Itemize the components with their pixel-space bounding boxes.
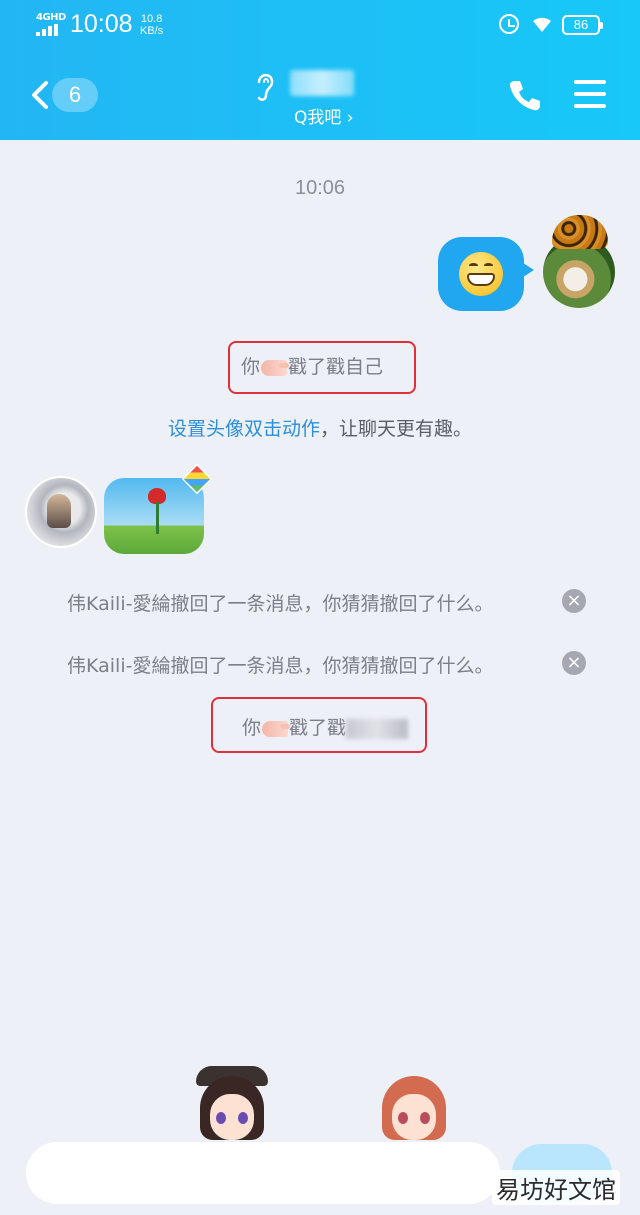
q-me-link[interactable]: Q我吧 › bbox=[294, 103, 354, 128]
recall-notice-text: 伟Kaili-愛綸撤回了一条消息，你猜猜撤回了什么。 bbox=[67, 655, 494, 677]
blurred-target-name bbox=[346, 718, 409, 739]
contact-name-blurred[interactable] bbox=[290, 70, 354, 96]
avatar-action-tip: 设置头像双击动作，让聊天更有趣。 bbox=[0, 414, 640, 441]
network-speed: 10.8 KB/s bbox=[140, 13, 163, 37]
poke-self-notice: 你 戳了戳自己 bbox=[241, 352, 383, 379]
close-icon[interactable]: × bbox=[562, 651, 586, 675]
set-avatar-action-link[interactable]: 设置头像双击动作 bbox=[168, 418, 320, 440]
ear-icon[interactable] bbox=[254, 70, 276, 104]
poke-self-suffix: 戳了戳自己 bbox=[288, 356, 384, 378]
message-input[interactable] bbox=[26, 1142, 500, 1204]
tip-rest: ，让聊天更有趣。 bbox=[320, 418, 473, 440]
signal-icon bbox=[36, 24, 62, 36]
poke-hand-icon bbox=[261, 359, 290, 376]
wifi-icon bbox=[530, 14, 554, 34]
phone-icon[interactable] bbox=[508, 78, 542, 112]
speed-value: 10.8 bbox=[140, 13, 163, 25]
my-emoji-message[interactable] bbox=[438, 237, 534, 311]
poke-other-prefix: 你 bbox=[242, 717, 262, 739]
close-icon[interactable]: × bbox=[562, 589, 586, 613]
contact-avatar[interactable] bbox=[25, 476, 97, 548]
grin-emoji-icon bbox=[459, 252, 503, 296]
recall-notice: 伟Kaili-愛綸撤回了一条消息，你猜猜撤回了什么。 × bbox=[0, 643, 640, 683]
poke-other-notice: 你 戳了戳 bbox=[242, 713, 409, 740]
speed-unit: KB/s bbox=[140, 25, 164, 37]
network-type: 4GHD bbox=[36, 12, 66, 23]
poke-other-suffix: 戳了戳 bbox=[289, 717, 347, 739]
character-avatar-right bbox=[372, 1060, 456, 1146]
character-avatar-left bbox=[190, 1060, 274, 1146]
unread-count-badge[interactable]: 6 bbox=[52, 78, 98, 112]
recall-notice-text: 伟Kaili-愛綸撤回了一条消息，你猜猜撤回了什么。 bbox=[67, 593, 494, 615]
top-bar: 4GHD 10:08 10.8 KB/s 86 6 Q我吧 › bbox=[0, 0, 640, 140]
battery-icon: 86 bbox=[562, 15, 603, 35]
poke-self-prefix: 你 bbox=[241, 356, 261, 378]
message-timestamp: 10:06 bbox=[294, 177, 346, 199]
rose-sticker-message[interactable] bbox=[104, 478, 204, 554]
poke-hand-icon bbox=[262, 720, 291, 737]
status-bar: 4GHD 10:08 10.8 KB/s 86 bbox=[0, 0, 640, 50]
menu-icon[interactable] bbox=[574, 79, 606, 109]
back-arrow-icon[interactable] bbox=[28, 80, 52, 110]
alarm-icon bbox=[499, 14, 519, 34]
recall-notice: 伟Kaili-愛綸撤回了一条消息，你猜猜撤回了什么。 × bbox=[0, 581, 640, 621]
watermark-text: 易坊好文馆 bbox=[492, 1170, 620, 1205]
avatar-hat-decoration bbox=[552, 215, 608, 249]
status-time: 10:08 bbox=[70, 10, 133, 38]
